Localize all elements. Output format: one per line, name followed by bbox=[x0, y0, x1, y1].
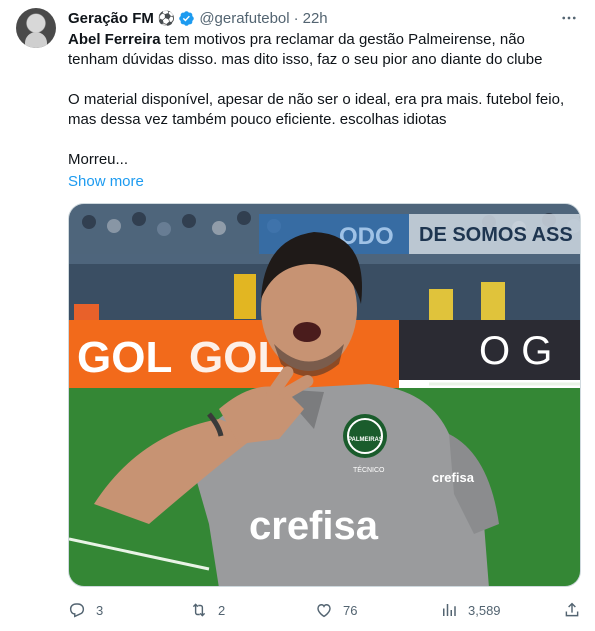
author-handle[interactable]: @gerafutebol bbox=[199, 10, 289, 27]
retweet-button[interactable]: 2 bbox=[190, 598, 225, 622]
like-count: 76 bbox=[343, 602, 358, 618]
share-button[interactable] bbox=[563, 598, 581, 622]
show-more-link[interactable]: Show more bbox=[68, 172, 144, 192]
reply-icon bbox=[69, 603, 85, 618]
coach-photo: DE SOMOS ASS ODO GOL GOL O G crefisa PAL… bbox=[69, 204, 580, 586]
heart-icon bbox=[317, 604, 331, 618]
crest-subtext: TÉCNICO bbox=[353, 465, 385, 474]
shirt-sponsor: crefisa bbox=[249, 504, 379, 548]
tweet-text: Abel Ferreira tem motivos pra reclamar d… bbox=[68, 30, 578, 192]
author-name[interactable]: Geração FM bbox=[68, 10, 154, 27]
tweet-paragraph-1: Abel Ferreira tem motivos pra reclamar d… bbox=[68, 30, 578, 70]
tweet-header: Geração FM ⚽ @gerafutebol · 22h bbox=[68, 8, 328, 28]
avatar[interactable] bbox=[16, 8, 56, 48]
views-icon bbox=[443, 604, 456, 616]
retweet-count: 2 bbox=[218, 602, 226, 618]
stand-banner-text: DE SOMOS ASS bbox=[419, 224, 573, 246]
mentioned-name: Abel Ferreira bbox=[68, 31, 161, 48]
tweet-paragraph-2: O material disponível, apesar de não ser… bbox=[68, 91, 565, 128]
like-button[interactable]: 76 bbox=[315, 598, 357, 622]
soccer-ball-icon: ⚽ bbox=[157, 9, 176, 26]
tweet-actions: 3 2 76 3,589 bbox=[68, 598, 581, 622]
views-button[interactable]: 3,589 bbox=[440, 598, 501, 622]
tweet-paragraph-3: Morreu... bbox=[68, 151, 129, 168]
tweet-media-image[interactable]: DE SOMOS ASS ODO GOL GOL O G crefisa PAL… bbox=[68, 203, 581, 587]
more-options-icon[interactable] bbox=[557, 8, 581, 28]
reply-count: 3 bbox=[96, 602, 104, 618]
share-icon bbox=[565, 602, 579, 617]
sleeve-sponsor: crefisa bbox=[432, 470, 475, 485]
ad-board-left: GOL bbox=[77, 333, 172, 382]
separator: · bbox=[293, 9, 299, 27]
reply-button[interactable]: 3 bbox=[68, 598, 103, 622]
ad-board-right: O G bbox=[479, 329, 552, 373]
verified-badge-icon bbox=[179, 10, 195, 26]
retweet-icon bbox=[192, 603, 206, 617]
timestamp[interactable]: 22h bbox=[303, 10, 328, 27]
views-count: 3,589 bbox=[468, 602, 501, 618]
tweet-card[interactable]: Geração FM ⚽ @gerafutebol · 22h Abel Fer… bbox=[0, 0, 595, 631]
crest-text: PALMEIRAS bbox=[348, 437, 383, 443]
